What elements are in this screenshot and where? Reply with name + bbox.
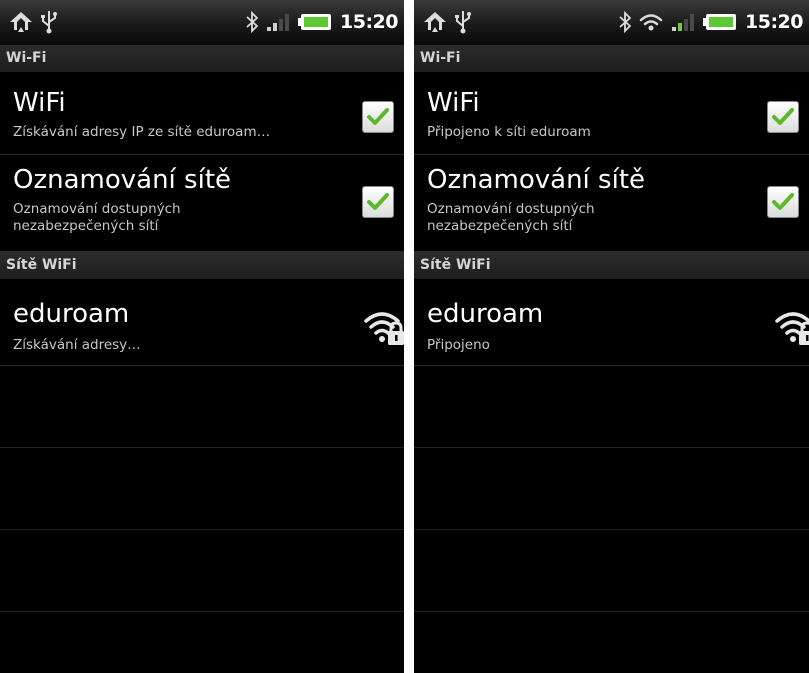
notify-title: Oznamování sítě <box>427 165 646 195</box>
checkbox-checked-icon <box>772 108 794 125</box>
section-header-wifi: Wi-Fi <box>0 45 404 72</box>
empty-list-row <box>414 530 809 612</box>
empty-list-row <box>0 530 404 612</box>
notify-checkbox[interactable] <box>767 186 799 218</box>
sync-warning-icon <box>424 12 446 32</box>
empty-list-row <box>0 366 404 448</box>
section-header-networks: Sítě WiFi <box>414 252 809 279</box>
usb-icon <box>41 11 57 34</box>
battery-icon <box>703 14 737 30</box>
phone-screen-left: 15:20 Wi-Fi WiFi Získávání adresy IP ze … <box>0 0 404 673</box>
notify-checkbox[interactable] <box>362 186 394 218</box>
notify-summary-line2: nezabezpečených sítí <box>427 218 573 234</box>
usb-icon <box>455 11 471 34</box>
network-name: eduroam <box>13 299 130 329</box>
signal-bars-icon <box>267 14 290 31</box>
wifi-toggle-row[interactable]: WiFi Získávání adresy IP ze sítě eduroam… <box>0 72 404 155</box>
wifi-status-icon <box>639 14 663 31</box>
wifi-lock-icon <box>364 312 404 345</box>
status-bar: 15:20 <box>414 0 809 45</box>
bluetooth-icon <box>619 11 632 33</box>
notify-summary-line1: Oznamování dostupných <box>13 201 181 217</box>
bluetooth-icon <box>246 11 259 33</box>
network-notification-row[interactable]: Oznamování sítě Oznamování dostupných ne… <box>0 155 404 252</box>
section-header-wifi: Wi-Fi <box>414 45 809 72</box>
wifi-checkbox[interactable] <box>362 101 394 133</box>
wifi-summary: Připojeno k síti eduroam <box>427 124 591 140</box>
wifi-title: WiFi <box>427 88 480 118</box>
status-time: 15:20 <box>745 11 803 33</box>
network-notification-row[interactable]: Oznamování sítě Oznamování dostupných ne… <box>414 155 809 252</box>
wifi-checkbox[interactable] <box>767 101 799 133</box>
checkbox-checked-icon <box>367 108 389 125</box>
checkbox-checked-icon <box>772 193 794 210</box>
empty-list-row <box>414 366 809 448</box>
sync-warning-icon <box>10 12 32 32</box>
empty-list-row <box>0 448 404 530</box>
status-time: 15:20 <box>340 11 398 33</box>
wifi-summary: Získávání adresy IP ze sítě eduroam… <box>13 124 271 140</box>
notify-summary-line2: nezabezpečených sítí <box>13 218 159 234</box>
network-name: eduroam <box>427 299 544 329</box>
wifi-toggle-row[interactable]: WiFi Připojeno k síti eduroam <box>414 72 809 155</box>
section-header-networks: Sítě WiFi <box>0 252 404 279</box>
network-item-eduroam[interactable]: eduroam Získávání adresy… <box>0 279 404 366</box>
network-item-eduroam[interactable]: eduroam Připojeno <box>414 279 809 366</box>
status-bar: 15:20 <box>0 0 404 45</box>
battery-icon <box>298 14 332 30</box>
network-status: Získávání adresy… <box>13 337 141 353</box>
wifi-title: WiFi <box>13 88 66 118</box>
empty-list-row <box>414 448 809 530</box>
notify-title: Oznamování sítě <box>13 165 232 195</box>
checkbox-checked-icon <box>367 193 389 210</box>
signal-bars-icon <box>672 14 695 31</box>
wifi-lock-icon <box>775 312 809 345</box>
notify-summary-line1: Oznamování dostupných <box>427 201 595 217</box>
network-status: Připojeno <box>427 337 490 353</box>
phone-screen-right: 15:20 Wi-Fi WiFi Připojeno k síti eduroa… <box>414 0 809 673</box>
